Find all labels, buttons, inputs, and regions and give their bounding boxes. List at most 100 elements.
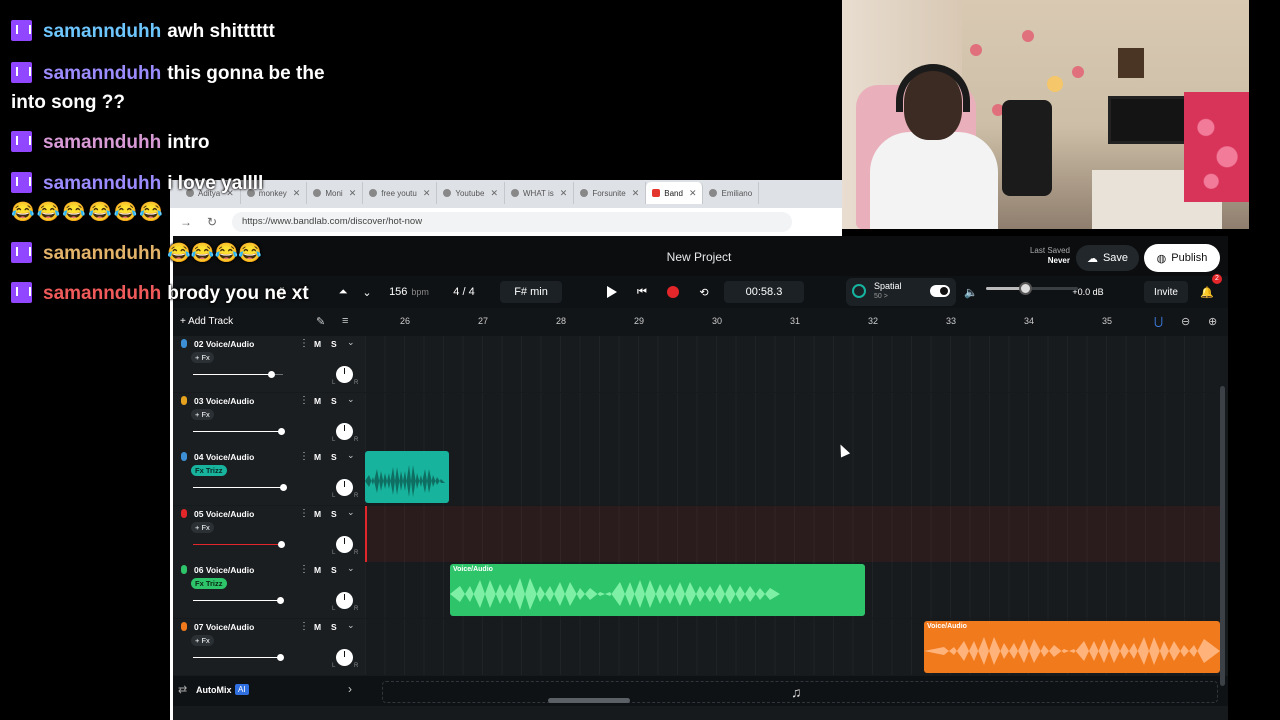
track-volume-slider[interactable] <box>193 371 283 378</box>
spatial-toggle[interactable] <box>930 285 950 297</box>
track-lane[interactable] <box>365 506 1220 562</box>
pencil-icon[interactable]: ✎ <box>316 315 325 328</box>
track-name[interactable]: 04 Voice/Audio <box>194 452 254 462</box>
mute-button[interactable]: M <box>314 509 321 519</box>
track-volume-knob[interactable] <box>278 428 285 435</box>
track-name[interactable]: 07 Voice/Audio <box>194 622 254 632</box>
bell-icon[interactable]: 🔔 <box>1196 281 1218 303</box>
vertical-scrollbar[interactable] <box>1220 386 1225 686</box>
waveform-icon[interactable]: ⦙⦙ <box>268 281 296 303</box>
close-icon[interactable]: ✕ <box>226 188 234 199</box>
fx-button[interactable]: + Fx <box>191 522 214 533</box>
track-header[interactable]: 03 Voice/Audio ⋮ M S ⌄ + Fx L R <box>173 393 365 449</box>
fx-button[interactable]: + Fx <box>191 635 214 646</box>
solo-button[interactable]: S <box>331 622 337 632</box>
playhead[interactable] <box>365 506 367 562</box>
chevron-down-icon[interactable]: ⌄ <box>347 507 355 518</box>
mute-button[interactable]: M <box>314 339 321 349</box>
record-button[interactable] <box>662 281 684 303</box>
track-header[interactable]: 04 Voice/Audio ⋮ M S ⌄ Fx Trizz L R <box>173 449 365 505</box>
chevron-right-icon[interactable]: › <box>348 682 352 696</box>
track-volume-knob[interactable] <box>277 654 284 661</box>
zoom-in-icon[interactable]: ⊕ <box>1208 315 1217 328</box>
track-volume-knob[interactable] <box>277 597 284 604</box>
chevron-down-icon[interactable]: ⌄ <box>347 450 355 461</box>
fx-button[interactable]: + Fx <box>191 409 214 420</box>
solo-button[interactable]: S <box>331 509 337 519</box>
close-icon[interactable]: ✕ <box>490 188 498 199</box>
timeline-ruler[interactable]: + Add Track ✎ ≡ 26 27 28 29 30 31 32 33 … <box>170 308 1228 336</box>
track-lane[interactable] <box>365 336 1220 392</box>
track-lane[interactable]: Voice/Audio <box>365 619 1220 675</box>
more-options-icon[interactable]: ⋮ <box>299 395 309 406</box>
chevron-down-icon[interactable]: ⌄ <box>347 563 355 574</box>
key-selector[interactable]: F# min <box>500 281 562 303</box>
close-icon[interactable]: ✕ <box>293 188 301 199</box>
track-volume-slider[interactable] <box>193 654 284 661</box>
rewind-button[interactable]: ⏮ <box>631 281 653 303</box>
solo-button[interactable]: S <box>331 565 337 575</box>
more-options-icon[interactable]: ⋮ <box>299 338 309 349</box>
browser-tab[interactable]: WHAT is ✕ <box>505 182 575 204</box>
mute-button[interactable]: M <box>314 565 321 575</box>
chevron-down-icon[interactable]: ⌄ <box>356 281 378 303</box>
close-icon[interactable]: ✕ <box>423 188 431 199</box>
reload-icon[interactable]: ↻ <box>206 215 218 229</box>
browser-tab[interactable]: Forsunite ✕ <box>574 182 647 204</box>
track-volume-knob[interactable] <box>268 371 275 378</box>
mute-button[interactable]: M <box>314 452 321 462</box>
track-lane[interactable] <box>365 393 1220 449</box>
solo-button[interactable]: S <box>331 339 337 349</box>
track-volume-knob[interactable] <box>280 484 287 491</box>
mute-button[interactable]: M <box>314 622 321 632</box>
add-track-drop-zone[interactable]: ♫ <box>382 681 1218 703</box>
save-button[interactable]: ☁ Save <box>1076 245 1139 271</box>
zoom-out-icon[interactable]: ⊖ <box>1181 315 1190 328</box>
track-header[interactable]: 05 Voice/Audio ⋮ M S ⌄ + Fx L R <box>173 506 365 562</box>
close-icon[interactable]: ✕ <box>689 188 697 199</box>
metronome-icon[interactable]: ⏶ <box>332 281 354 303</box>
track-volume-slider[interactable] <box>193 484 287 491</box>
forward-icon[interactable]: → <box>180 215 192 229</box>
pan-knob[interactable] <box>336 479 353 496</box>
more-options-icon[interactable]: ⋮ <box>299 451 309 462</box>
track-volume-slider[interactable] <box>193 597 284 604</box>
pan-knob[interactable] <box>336 592 353 609</box>
pan-knob[interactable] <box>336 536 353 553</box>
add-track-button[interactable]: + Add Track <box>180 316 233 327</box>
chevron-down-icon[interactable]: ⌄ <box>347 620 355 631</box>
pan-knob[interactable] <box>336 649 353 666</box>
track-name[interactable]: 05 Voice/Audio <box>194 509 254 519</box>
publish-button[interactable]: ◍ Publish <box>1144 244 1220 272</box>
chevron-down-icon[interactable]: ⌄ <box>347 337 355 348</box>
music-note-icon[interactable]: ♫ <box>791 684 802 700</box>
audio-clip[interactable]: Voice/Audio <box>924 621 1220 673</box>
track-name[interactable]: 02 Voice/Audio <box>194 339 254 349</box>
pan-knob[interactable] <box>336 366 353 383</box>
spatial-audio[interactable]: Spatial 50 > <box>846 278 956 306</box>
time-signature[interactable]: 4 / 4 <box>446 281 482 303</box>
pan-knob[interactable] <box>336 423 353 440</box>
track-header[interactable]: 07 Voice/Audio ⋮ M S ⌄ + Fx L R <box>173 619 365 675</box>
close-icon[interactable]: ✕ <box>632 188 640 199</box>
browser-tab[interactable]: monkey ✕ <box>241 182 308 204</box>
browser-tab-active[interactable]: Band ✕ <box>646 182 704 204</box>
chevron-down-icon[interactable]: ⌄ <box>347 394 355 405</box>
back-arrow-icon[interactable]: ↶ <box>190 281 212 303</box>
close-icon[interactable]: ✕ <box>349 188 357 199</box>
track-name[interactable]: 06 Voice/Audio <box>194 565 254 575</box>
url-field[interactable]: https://www.bandlab.com/discover/hot-now <box>232 212 792 232</box>
track-volume-slider[interactable] <box>193 428 285 435</box>
more-options-icon[interactable]: ⋮ <box>299 508 309 519</box>
speaker-icon[interactable]: 🔈 <box>960 281 982 303</box>
solo-button[interactable]: S <box>331 452 337 462</box>
more-options-icon[interactable]: ⋮ <box>299 621 309 632</box>
audio-clip[interactable] <box>365 451 449 503</box>
track-volume-slider[interactable] <box>193 541 285 548</box>
master-volume-knob[interactable] <box>1019 282 1032 295</box>
track-lane[interactable]: Voice/Audio <box>365 562 1220 618</box>
track-lane[interactable] <box>365 449 1220 505</box>
horizontal-scrollbar[interactable] <box>548 698 630 703</box>
track-volume-knob[interactable] <box>278 541 285 548</box>
automix-button[interactable]: AutoMix <box>196 685 232 695</box>
